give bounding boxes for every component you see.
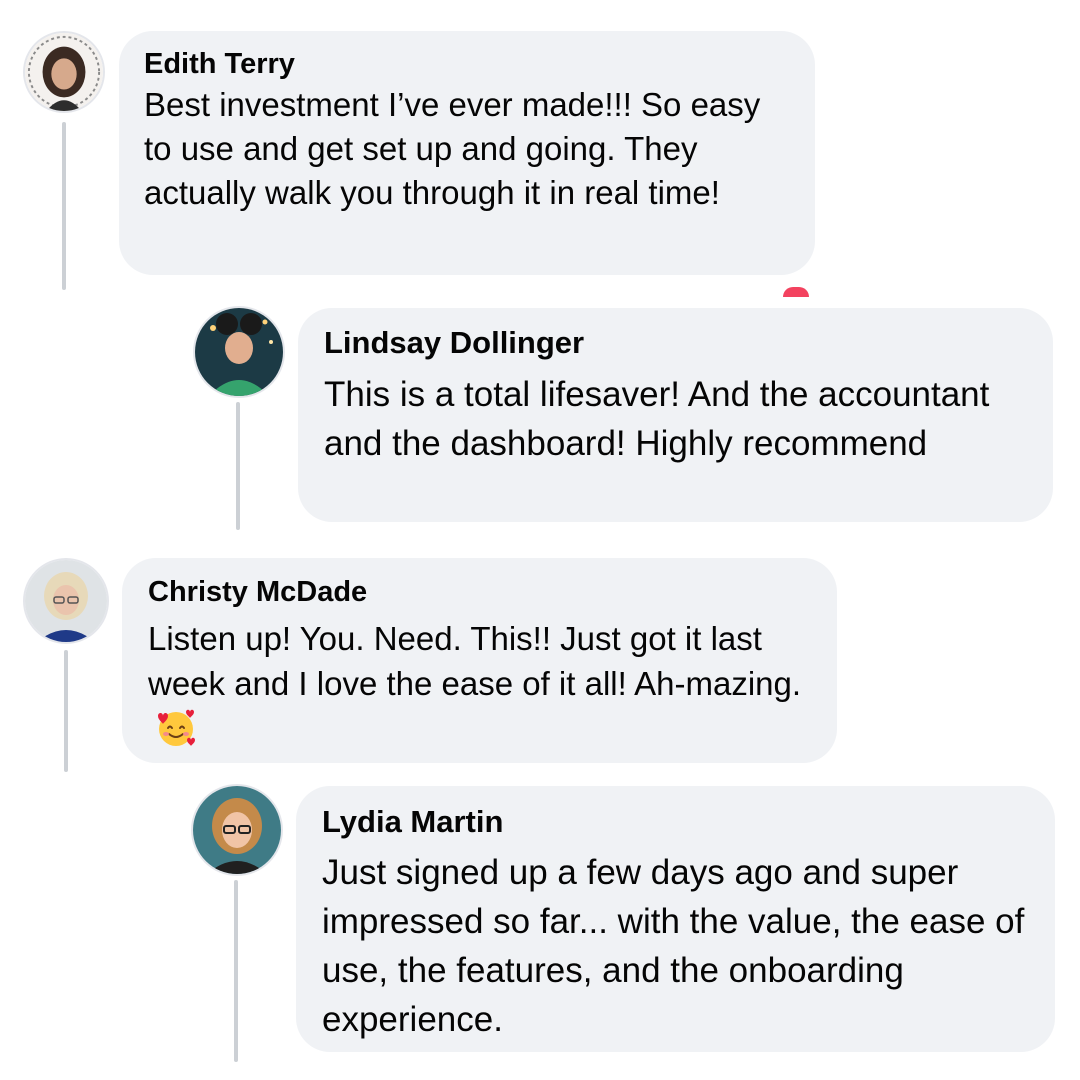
profile-photo-icon [195, 308, 283, 396]
reaction-heart-icon[interactable] [783, 287, 809, 297]
avatar-lindsay-dollinger[interactable] [195, 308, 283, 396]
profile-photo-icon [193, 786, 281, 874]
comment-bubble[interactable]: Lydia Martin Just signed up a few days a… [296, 786, 1055, 1052]
comment-bubble[interactable]: Christy McDade Listen up! You. Need. Thi… [122, 558, 837, 763]
thread-line [234, 880, 238, 1062]
avatar-christy-mcdade[interactable] [25, 560, 107, 642]
thread-line [62, 122, 66, 290]
comment-text-wrapper: Listen up! You. Need. This!! Just got it… [148, 616, 811, 752]
comment-author[interactable]: Lydia Martin [322, 804, 1029, 840]
comment-author[interactable]: Christy McDade [148, 574, 811, 610]
profile-photo-icon [25, 33, 103, 111]
avatar-lydia-martin[interactable] [193, 786, 281, 874]
smiling-face-with-hearts-icon [154, 706, 198, 750]
comment-text: Just signed up a few days ago and super … [322, 853, 1025, 1039]
comment-author[interactable]: Edith Terry [144, 45, 790, 83]
profile-photo-icon [25, 560, 107, 642]
comment-bubble[interactable]: Lindsay Dollinger This is a total lifesa… [298, 308, 1053, 522]
comment-bubble[interactable]: Edith Terry Best investment I’ve ever ma… [119, 31, 815, 275]
comment-text: Listen up! You. Need. This!! Just got it… [148, 620, 802, 702]
avatar-edith-terry[interactable] [25, 33, 103, 111]
comment-text: This is a total lifesaver! And the accou… [324, 375, 990, 463]
thread-line [236, 402, 240, 530]
comment-text: Best investment I’ve ever made!!! So eas… [144, 86, 761, 211]
comment-author[interactable]: Lindsay Dollinger [324, 326, 1027, 360]
thread-line [64, 650, 68, 772]
